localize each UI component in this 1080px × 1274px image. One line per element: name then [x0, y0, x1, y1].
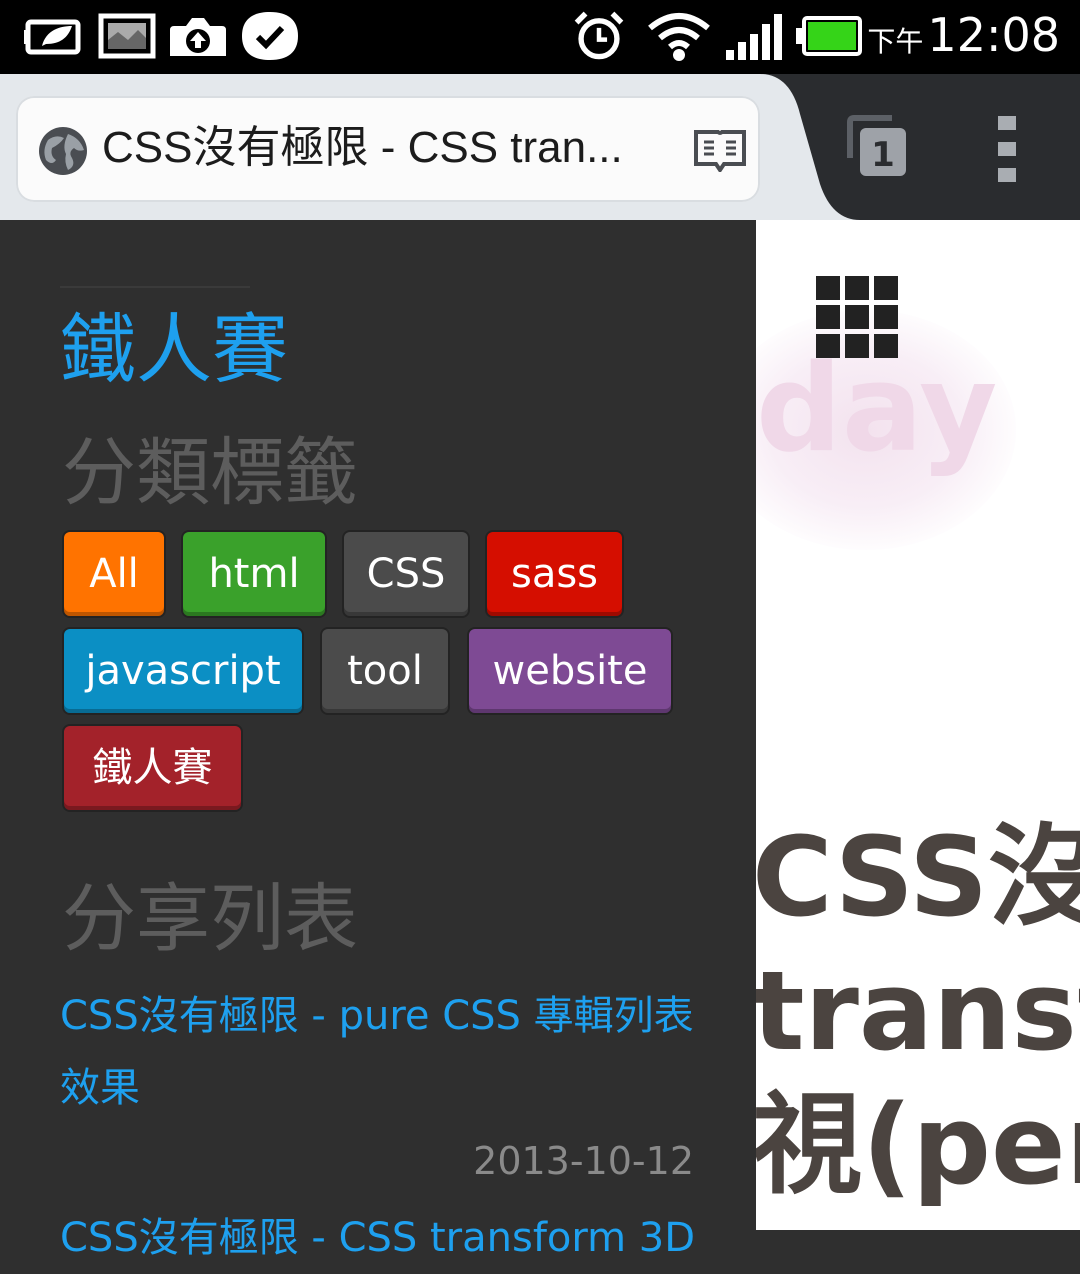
watermark-text: day: [756, 340, 998, 479]
wifi-icon: [648, 13, 710, 61]
tag-ironman[interactable]: 鐵人賽: [64, 726, 241, 810]
tag-all[interactable]: All: [64, 532, 164, 616]
gallery-icon: [98, 13, 156, 59]
page-content: day CSS沒有 transf 視(per: [756, 220, 1080, 1230]
battery-icon: [796, 16, 862, 56]
tag-tool[interactable]: tool: [322, 629, 448, 713]
sidebar-divider: [60, 286, 250, 288]
post-link-2[interactable]: CSS沒有極限 - CSS transform 3D: [60, 1202, 710, 1274]
status-clock: 下午 12:08: [867, 8, 1060, 68]
tag-css[interactable]: CSS: [344, 532, 468, 616]
reader-mode-icon[interactable]: [692, 128, 748, 172]
tag-website[interactable]: website: [469, 629, 671, 713]
post-date-1: 2013-10-12: [473, 1139, 694, 1183]
article-title: CSS沒有 transf 視(per: [756, 810, 1080, 1212]
sidebar: 鐵人賽 分類標籤 All html CSS sass javascript to…: [0, 220, 756, 1261]
browser-toolbar: CSS沒有極限 - CSS tran... 1: [0, 74, 1080, 220]
tag-html[interactable]: html: [183, 532, 325, 616]
article-title-line1: CSS沒有: [756, 813, 1080, 941]
overflow-menu-icon[interactable]: [996, 114, 1020, 186]
task-check-icon: [242, 12, 298, 60]
status-time: 12:08: [927, 8, 1060, 62]
categories-title: 分類標籤: [62, 430, 358, 516]
tabs-icon: 1: [847, 115, 906, 176]
status-bar: 下午 12:08: [0, 0, 1080, 74]
tabs-button[interactable]: 1: [844, 114, 910, 180]
tag-sass[interactable]: sass: [487, 532, 622, 616]
grid-menu-icon[interactable]: [816, 276, 898, 358]
article-title-line2: transf: [756, 947, 1080, 1075]
alarm-icon: [574, 11, 624, 60]
post-link-1-line2: 效果: [60, 1065, 140, 1111]
tab-count: 1: [871, 135, 895, 175]
tag-javascript[interactable]: javascript: [64, 629, 302, 713]
globe-icon: [39, 127, 87, 175]
page-title: CSS沒有極限 - CSS tran...: [102, 123, 623, 172]
post-link-1-line1: CSS沒有極限 - pure CSS 專輯列表: [60, 993, 694, 1039]
status-ampm: 下午: [867, 25, 924, 58]
sidebar-heading[interactable]: 鐵人賽: [60, 302, 288, 398]
url-bar[interactable]: CSS沒有極限 - CSS tran...: [16, 96, 760, 202]
battery-saver-icon: [24, 19, 81, 55]
signal-icon: [726, 14, 782, 60]
post-link-1[interactable]: CSS沒有極限 - pure CSS 專輯列表 效果: [60, 980, 710, 1124]
upload-icon: [170, 18, 226, 56]
article-title-line3: 視(per: [756, 1081, 1080, 1209]
share-list-title: 分享列表: [62, 876, 358, 962]
